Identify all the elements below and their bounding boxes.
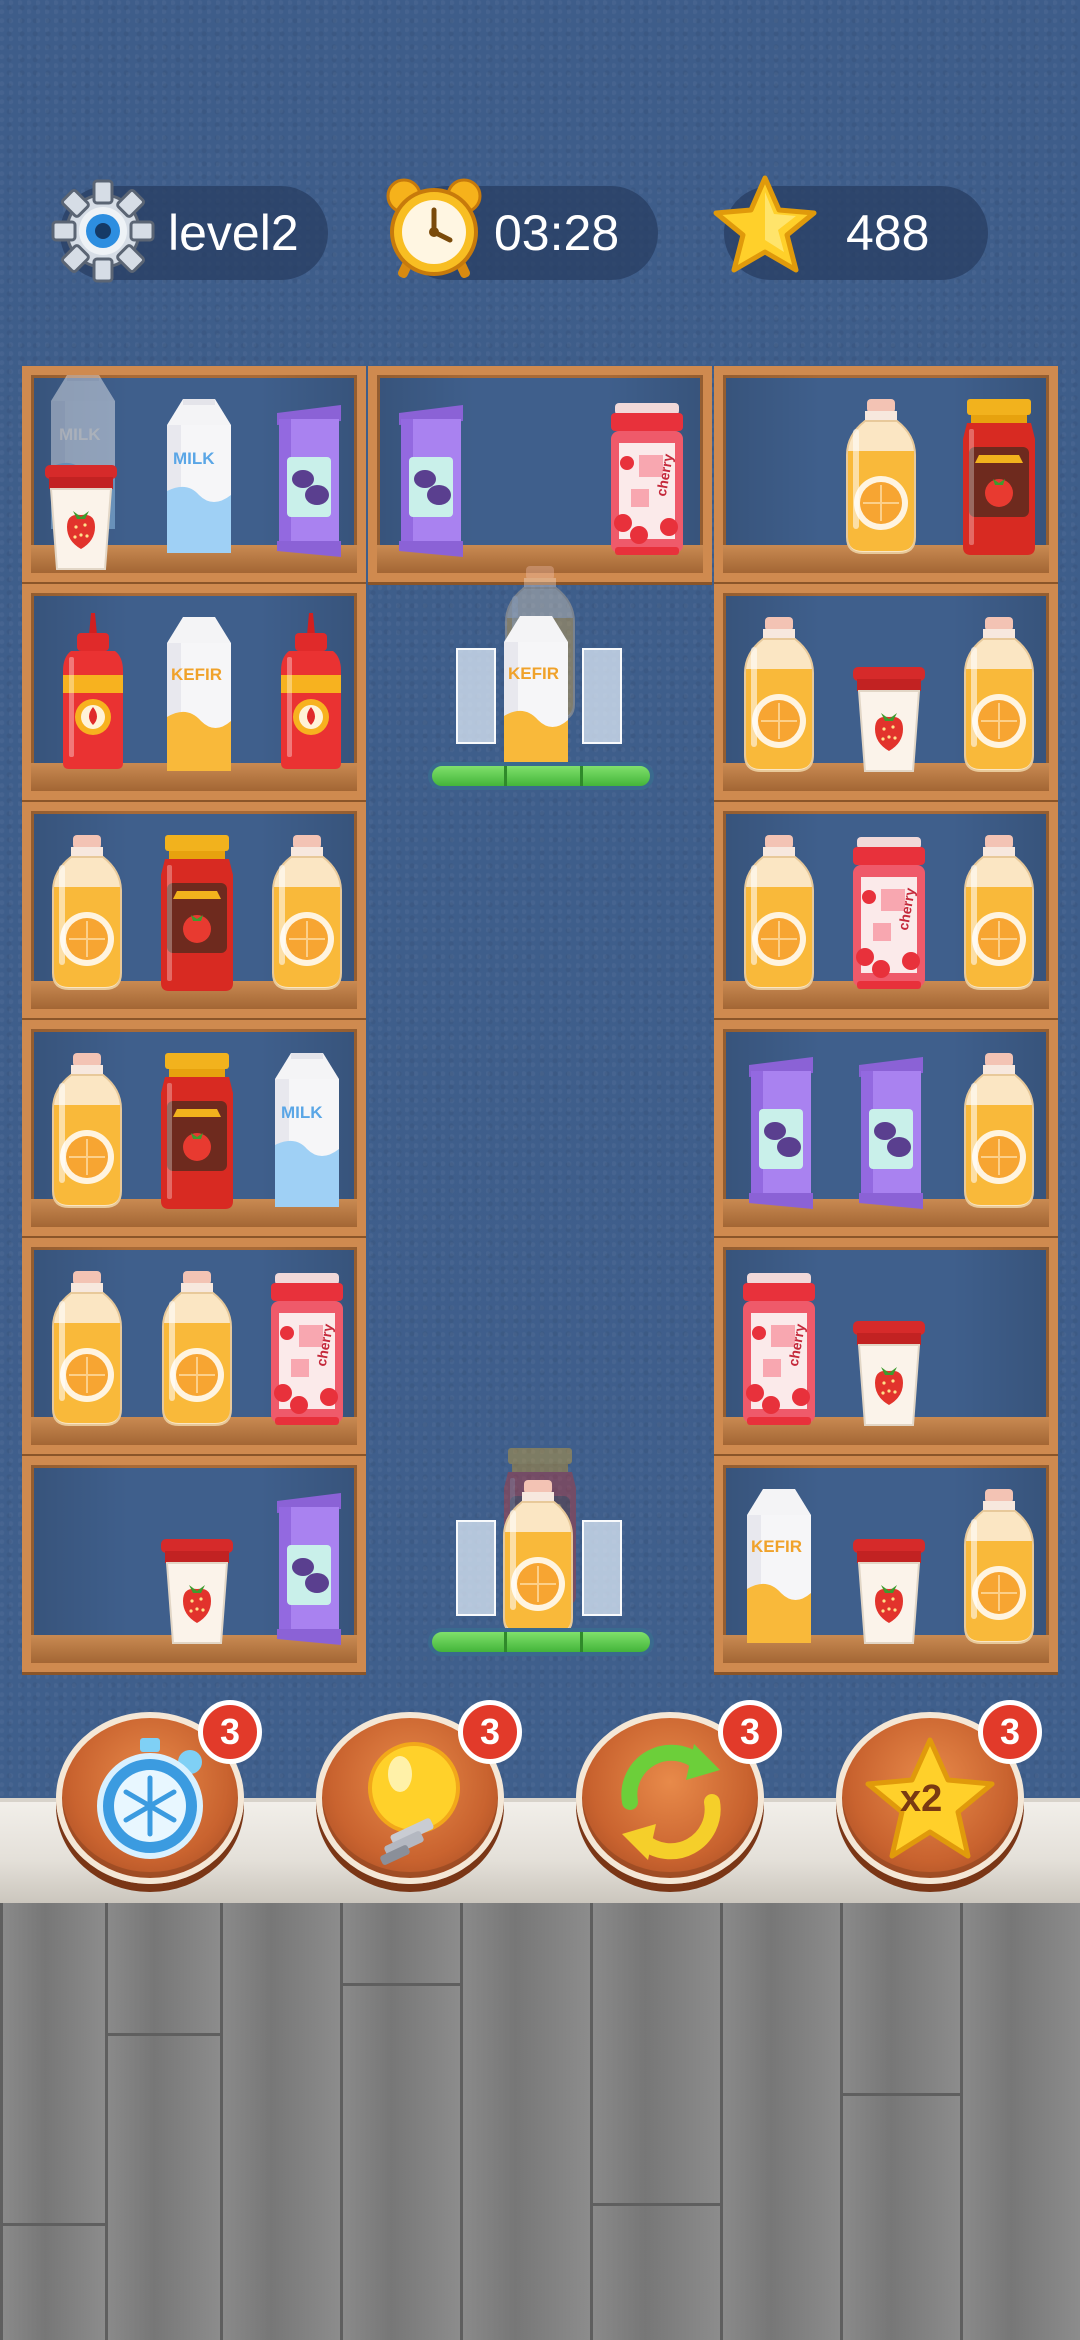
- shelf-right-6[interactable]: KEFIR: [714, 1456, 1058, 1672]
- chocolate-bar[interactable]: [275, 1493, 343, 1645]
- gear-icon[interactable]: [50, 178, 156, 288]
- kefir-carton[interactable]: [498, 616, 574, 772]
- shelf-right-1[interactable]: [714, 366, 1058, 582]
- platform-top[interactable]: KEFIR: [428, 566, 654, 796]
- double-count-badge: 3: [978, 1700, 1042, 1764]
- milk-carton[interactable]: [161, 399, 237, 555]
- sauce-jar[interactable]: [159, 1053, 235, 1209]
- shelf-left-6[interactable]: [22, 1456, 366, 1672]
- star-icon: [708, 172, 822, 286]
- juice-bottle[interactable]: [741, 835, 817, 991]
- juice-bottle[interactable]: [49, 1053, 125, 1209]
- juice-bottle[interactable]: [159, 1271, 235, 1427]
- timer-text: 03:28: [494, 205, 620, 261]
- sauce-label: sauce: [177, 887, 214, 902]
- chocolate-bar[interactable]: [747, 1057, 815, 1209]
- juice-bottle[interactable]: [500, 1480, 576, 1636]
- juice-bottle[interactable]: [843, 399, 919, 555]
- cherry-jam-jar[interactable]: [609, 403, 685, 557]
- hint-count-badge: 3: [458, 1700, 522, 1764]
- ketchup-bottle[interactable]: [271, 613, 351, 769]
- shelf-left-1[interactable]: MILK MILK: [22, 366, 366, 582]
- shelf-middle-top[interactable]: cherry: [368, 366, 712, 582]
- juice-bottle[interactable]: [269, 835, 345, 991]
- sauce-label: sauce: [177, 1105, 214, 1120]
- kefir-label: KEFIR: [751, 1537, 802, 1556]
- platform-bar: [428, 762, 654, 790]
- sauce-jar[interactable]: [159, 835, 235, 991]
- milk-carton[interactable]: [269, 1053, 345, 1209]
- hint-booster-button[interactable]: 3: [316, 1700, 522, 1884]
- double-booster-button[interactable]: x2 3: [836, 1700, 1042, 1884]
- juice-bottle[interactable]: [961, 617, 1037, 773]
- ketchup-bottle[interactable]: [53, 613, 133, 769]
- cherry-jam-jar[interactable]: [851, 837, 927, 991]
- chocolate-bar[interactable]: [857, 1057, 925, 1209]
- kefir-label: KEFIR: [508, 664, 559, 683]
- strawberry-cup[interactable]: [161, 1539, 233, 1645]
- shelf-right-4[interactable]: [714, 1020, 1058, 1236]
- ghost-milk-label: MILK: [59, 425, 101, 444]
- cherry-jam-jar[interactable]: [741, 1273, 817, 1427]
- glass-right: [582, 1520, 622, 1616]
- strawberry-cup[interactable]: [45, 465, 117, 571]
- juice-bottle[interactable]: [49, 1271, 125, 1427]
- juice-bottle[interactable]: [49, 835, 125, 991]
- x2-label: x2: [900, 1778, 943, 1820]
- shelf-right-2[interactable]: [714, 584, 1058, 800]
- score-text: 488: [846, 205, 930, 261]
- platform-bottom[interactable]: [428, 1448, 654, 1678]
- freeze-count-badge: 3: [198, 1700, 262, 1764]
- strawberry-cup[interactable]: [853, 1539, 925, 1645]
- shelf-right-5[interactable]: cherry: [714, 1238, 1058, 1454]
- glass-right: [582, 648, 622, 744]
- cherry-jam-jar[interactable]: [269, 1273, 345, 1427]
- alarm-clock-icon: [378, 172, 490, 288]
- freeze-booster-button[interactable]: 3: [56, 1700, 262, 1884]
- glass-left: [456, 1520, 496, 1616]
- shuffle-booster-button[interactable]: 3: [576, 1700, 782, 1884]
- shelf-left-2[interactable]: KEFIR: [22, 584, 366, 800]
- shelf-left-4[interactable]: sauce MILK: [22, 1020, 366, 1236]
- juice-bottle[interactable]: [961, 1489, 1037, 1645]
- chocolate-bar[interactable]: [397, 405, 465, 557]
- milk-label: MILK: [281, 1103, 323, 1122]
- glass-left: [456, 648, 496, 744]
- milk-label: MILK: [173, 449, 215, 468]
- strawberry-cup[interactable]: [853, 667, 925, 773]
- juice-bottle[interactable]: [961, 1053, 1037, 1209]
- chocolate-bar[interactable]: [275, 405, 343, 557]
- sauce-jar[interactable]: [961, 399, 1037, 555]
- juice-bottle[interactable]: [961, 835, 1037, 991]
- level-label: level2: [168, 205, 299, 261]
- strawberry-cup[interactable]: [853, 1321, 925, 1427]
- shuffle-count-badge: 3: [718, 1700, 782, 1764]
- kefir-carton[interactable]: [161, 617, 237, 773]
- juice-bottle[interactable]: [741, 617, 817, 773]
- kefir-carton[interactable]: [741, 1489, 817, 1645]
- kefir-label: KEFIR: [171, 665, 222, 684]
- platform-bar: [428, 1628, 654, 1656]
- shelf-left-3[interactable]: sauce: [22, 802, 366, 1018]
- wood-floor: [0, 1903, 1080, 2340]
- shelf-left-5[interactable]: cherry: [22, 1238, 366, 1454]
- shelf-right-3[interactable]: cherry: [714, 802, 1058, 1018]
